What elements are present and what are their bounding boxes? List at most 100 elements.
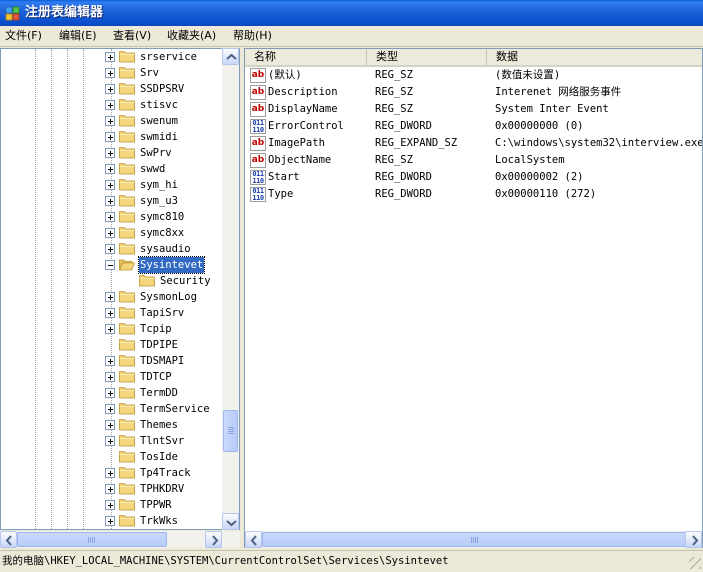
scroll-right-button[interactable]: [205, 531, 222, 548]
scroll-down-button[interactable]: [222, 513, 239, 530]
list-item[interactable]: ab (默认) REG_SZ (数值未设置): [245, 67, 702, 84]
list-item[interactable]: ab DisplayName REG_SZ System Inter Event: [245, 101, 702, 118]
expand-icon[interactable]: [105, 484, 115, 494]
expand-icon[interactable]: [105, 196, 115, 206]
expand-icon[interactable]: [105, 164, 115, 174]
expand-icon[interactable]: [105, 148, 115, 158]
expand-icon[interactable]: [105, 388, 115, 398]
folder-icon: [119, 115, 135, 127]
folder-icon: [119, 499, 135, 511]
tree-node-label: stisvc: [140, 99, 178, 111]
values-list[interactable]: 名称 类型 数据 ab (默认) REG_SZ (数值未设置) ab Descriptio…: [244, 48, 703, 548]
list-horizontal-scrollbar[interactable]: [245, 531, 702, 548]
folder-open-icon: [119, 259, 135, 271]
chevron-right-icon: [692, 535, 699, 546]
value-name: ObjectName: [268, 154, 332, 166]
value-data: 0x00000000 (0): [495, 120, 584, 132]
list-item[interactable]: ab ImagePath REG_EXPAND_SZ C:\windows\syste…: [245, 135, 702, 152]
column-header-data[interactable]: 数据: [487, 49, 702, 65]
expand-icon[interactable]: [105, 68, 115, 78]
column-header-name[interactable]: 名称: [245, 49, 367, 65]
scroll-left-button[interactable]: [245, 531, 262, 548]
expand-icon[interactable]: [105, 404, 115, 414]
menu-file[interactable]: 文件(F): [2, 28, 45, 44]
tree-node-label: SwPrv: [140, 147, 172, 159]
list-item[interactable]: ab Description REG_SZ Interenet 网络服务事件: [245, 84, 702, 101]
tree-node-label: TDSMAPI: [140, 355, 185, 367]
list-item[interactable]: 011 110 ErrorControl REG_DWORD 0x00000000 (0…: [245, 118, 702, 135]
expand-icon[interactable]: [105, 292, 115, 302]
scroll-up-button[interactable]: [222, 48, 239, 65]
string-value-icon: ab: [250, 153, 266, 168]
expand-icon[interactable]: [105, 468, 115, 478]
folder-icon: [119, 403, 135, 415]
expand-icon[interactable]: [105, 212, 115, 222]
registry-tree[interactable]: srservice Srv SSDPSRV stisvc swenum swmidi SwP…: [0, 48, 240, 530]
window-title: 注册表编辑器: [25, 5, 104, 20]
menu-view[interactable]: 查看(V): [110, 28, 154, 44]
menu-bar: 文件(F) 编辑(E) 查看(V) 收藏夹(A) 帮助(H): [0, 26, 703, 47]
tree-node-label: Tp4Track: [140, 467, 191, 479]
expand-icon[interactable]: [105, 100, 115, 110]
menu-help[interactable]: 帮助(H): [230, 28, 275, 44]
value-type: REG_SZ: [375, 103, 413, 115]
tree-node-label: SSDPSRV: [140, 83, 185, 95]
expand-icon[interactable]: [105, 228, 115, 238]
expand-icon[interactable]: [105, 516, 115, 526]
menu-favorites[interactable]: 收藏夹(A): [164, 28, 219, 44]
string-value-icon: ab: [250, 68, 266, 83]
tree-node-label: sym_hi: [140, 179, 178, 191]
column-header-type[interactable]: 类型: [367, 49, 487, 65]
value-type: REG_EXPAND_SZ: [375, 137, 458, 149]
expand-icon[interactable]: [105, 308, 115, 318]
grip-icon: [88, 537, 96, 543]
chevron-left-icon: [250, 535, 257, 546]
expand-icon[interactable]: [105, 244, 115, 254]
list-item[interactable]: 011 110 Type REG_DWORD 0x00000110 (272): [245, 186, 702, 203]
value-type: REG_DWORD: [375, 171, 432, 183]
value-name: (默认): [268, 69, 302, 81]
expand-icon[interactable]: [105, 436, 115, 446]
string-value-icon: ab: [250, 102, 266, 117]
value-data: 0x00000110 (272): [495, 188, 597, 200]
list-item[interactable]: ab ObjectName REG_SZ LocalSystem: [245, 152, 702, 169]
value-type: REG_DWORD: [375, 188, 432, 200]
string-value-icon: ab: [250, 136, 266, 151]
expand-icon[interactable]: [105, 132, 115, 142]
folder-icon: [119, 83, 135, 95]
value-data: LocalSystem: [495, 154, 565, 166]
list-item[interactable]: 011 110 Start REG_DWORD 0x00000002 (2): [245, 169, 702, 186]
expand-icon[interactable]: [105, 84, 115, 94]
expand-icon[interactable]: [105, 52, 115, 62]
expand-icon[interactable]: [105, 500, 115, 510]
expand-icon[interactable]: [105, 180, 115, 190]
title-bar[interactable]: 注册表编辑器: [0, 0, 703, 26]
scroll-left-button[interactable]: [0, 531, 17, 548]
folder-icon: [119, 355, 135, 367]
tree-hscroll-thumb[interactable]: [17, 532, 167, 547]
tree-horizontal-scrollbar[interactable]: [0, 531, 240, 548]
grip-icon: [228, 427, 234, 435]
value-type: REG_SZ: [375, 86, 413, 98]
collapse-icon[interactable]: [105, 260, 115, 270]
tree-node-label: symc8xx: [140, 227, 185, 239]
dword-value-icon: 011 110: [250, 170, 266, 185]
value-data: 0x00000002 (2): [495, 171, 584, 183]
expand-icon[interactable]: [105, 356, 115, 366]
folder-icon: [119, 419, 135, 431]
tree-scroll-thumb[interactable]: [223, 410, 238, 452]
scroll-right-button[interactable]: [685, 531, 702, 548]
tree-node-label: TrkWks: [140, 515, 178, 527]
folder-icon: [119, 243, 135, 255]
tree-vertical-scrollbar[interactable]: [222, 48, 239, 530]
expand-icon[interactable]: [105, 420, 115, 430]
expand-icon[interactable]: [105, 372, 115, 382]
folder-icon: [119, 339, 135, 351]
expand-icon[interactable]: [105, 116, 115, 126]
value-name: Type: [268, 188, 294, 200]
expand-icon[interactable]: [105, 324, 115, 334]
list-hscroll-thumb[interactable]: [262, 532, 686, 547]
resize-grip-icon[interactable]: [689, 557, 701, 569]
menu-edit[interactable]: 编辑(E): [56, 28, 100, 44]
folder-icon: [119, 307, 135, 319]
